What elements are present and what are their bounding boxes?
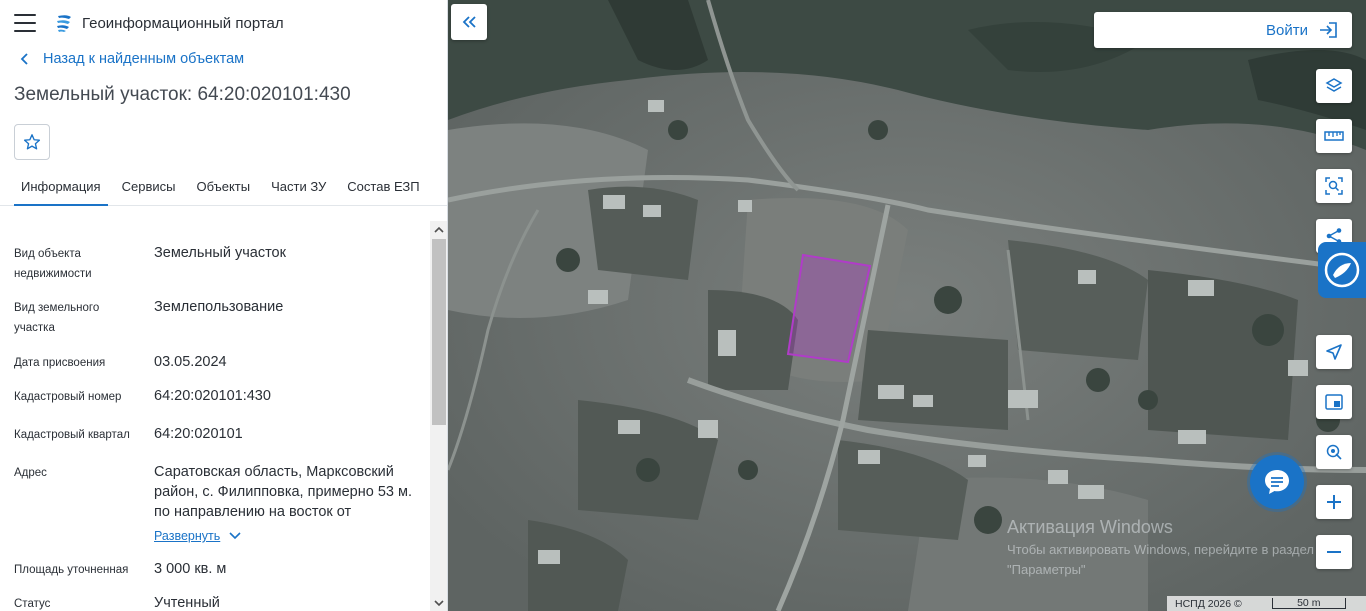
hamburger-menu-icon[interactable] (14, 14, 36, 32)
tab-parcel-parts[interactable]: Части ЗУ (264, 178, 333, 206)
sidebar-panel: Геоинформационный портал Назад к найденн… (0, 0, 448, 611)
locate-button[interactable] (1316, 335, 1352, 369)
scroll-thumb[interactable] (432, 239, 446, 425)
detail-label: Вид земельного участка (14, 302, 100, 334)
detail-label: Адрес (14, 467, 47, 479)
pkk-logo-icon (1324, 252, 1360, 288)
chevron-down-icon (229, 532, 241, 540)
watermark-text: Чтобы активировать Windows, перейдите в … (1007, 542, 1314, 577)
detail-value: Землепользование (154, 299, 284, 315)
locate-icon (1326, 344, 1342, 360)
tab-services[interactable]: Сервисы (115, 178, 183, 206)
minimap-icon (1325, 394, 1343, 410)
layers-button[interactable] (1316, 69, 1352, 103)
address-value: Саратовская область, Марксовский район, … (154, 464, 412, 520)
app-title: Геоинформационный портал (82, 14, 284, 32)
login-icon (1320, 22, 1337, 38)
minimap-button[interactable] (1316, 385, 1352, 419)
pkk-assistant-badge[interactable] (1318, 242, 1366, 298)
detail-value: Земельный участок (154, 245, 286, 261)
top-bar: Геоинформационный портал (0, 0, 447, 46)
detail-row: Вид земельного участка Землепользование (14, 298, 424, 338)
detail-row: Кадастровый номер 64:20:020101:430 (14, 387, 424, 407)
detail-value: Учтенный (154, 595, 220, 611)
login-button[interactable]: Войти (1094, 12, 1352, 48)
detail-label: Площадь уточненная (14, 564, 129, 576)
detail-label: Кадастровый квартал (14, 429, 130, 441)
tab-information[interactable]: Информация (14, 178, 108, 206)
expand-address-button[interactable]: Развернуть (154, 526, 241, 546)
tab-ezp-composition[interactable]: Состав ЕЗП (340, 178, 426, 206)
detail-row: Вид объекта недвижимости Земельный участ… (14, 244, 424, 284)
detail-value: 3 000 кв. м (154, 561, 227, 577)
area-search-icon (1325, 177, 1343, 195)
expand-label: Развернуть (154, 529, 221, 543)
login-label: Войти (1266, 21, 1308, 39)
double-chevron-left-icon (462, 16, 476, 28)
detail-row: Площадь уточненная 3 000 кв. м (14, 560, 424, 580)
detail-row: Дата присвоения 03.05.2024 (14, 353, 424, 373)
detail-label: Статус (14, 598, 51, 610)
detail-row: Статус Учтенный (14, 594, 424, 611)
scale-bar: 50 m (1271, 598, 1346, 609)
detail-label: Вид объекта недвижимости (14, 248, 92, 280)
detail-value: 03.05.2024 (154, 354, 227, 370)
back-link-label: Назад к найденным объектам (43, 51, 245, 67)
scroll-up-arrow-icon[interactable] (430, 221, 447, 237)
detail-label: Кадастровый номер (14, 391, 122, 403)
map-attribution: НСПД 2026 © 50 m (1167, 596, 1366, 611)
layers-icon (1325, 78, 1343, 92)
favorite-button[interactable] (14, 124, 50, 160)
zoom-out-button[interactable] (1316, 535, 1352, 569)
chevron-left-icon (20, 53, 28, 65)
detail-row: Адрес Саратовская область, Марксовский р… (14, 463, 424, 546)
chat-button[interactable] (1250, 455, 1304, 509)
tab-objects[interactable]: Объекты (189, 178, 257, 206)
detail-row: Кадастровый квартал 64:20:020101 (14, 425, 424, 445)
ruler-button[interactable] (1316, 119, 1352, 153)
address-block: Саратовская область, Марксовский район, … (154, 462, 424, 546)
object-tabs: Информация Сервисы Объекты Части ЗУ Сост… (0, 178, 447, 206)
zoom-in-button[interactable] (1316, 485, 1352, 519)
chat-bubble-icon (1265, 470, 1289, 494)
scroll-down-arrow-icon[interactable] (430, 595, 447, 611)
attribution-text: НСПД 2026 © (1175, 597, 1242, 610)
zoom-out-icon (1327, 551, 1341, 553)
portal-logo-icon (57, 15, 71, 32)
area-search-button[interactable] (1316, 169, 1352, 203)
watermark-title: Активация Windows (1007, 517, 1173, 537)
detail-value: 64:20:020101:430 (154, 388, 271, 404)
star-icon (23, 134, 41, 150)
object-title: Земельный участок: 64:20:020101:430 (14, 84, 351, 105)
detail-value: 64:20:020101 (154, 426, 243, 442)
details-scrollbar[interactable] (430, 221, 447, 611)
geo-marker-icon (1326, 444, 1342, 460)
details-list: Вид объекта недвижимости Земельный участ… (0, 221, 430, 611)
collapse-panel-button[interactable] (451, 4, 487, 40)
ruler-icon (1324, 131, 1344, 141)
zoom-in-icon (1327, 495, 1341, 509)
detail-label: Дата присвоения (14, 357, 106, 369)
windows-activation-watermark: Активация Windows Чтобы активировать Win… (1007, 517, 1317, 580)
geo-marker-button[interactable] (1316, 435, 1352, 469)
back-to-results-link[interactable]: Назад к найденным объектам (0, 46, 447, 72)
